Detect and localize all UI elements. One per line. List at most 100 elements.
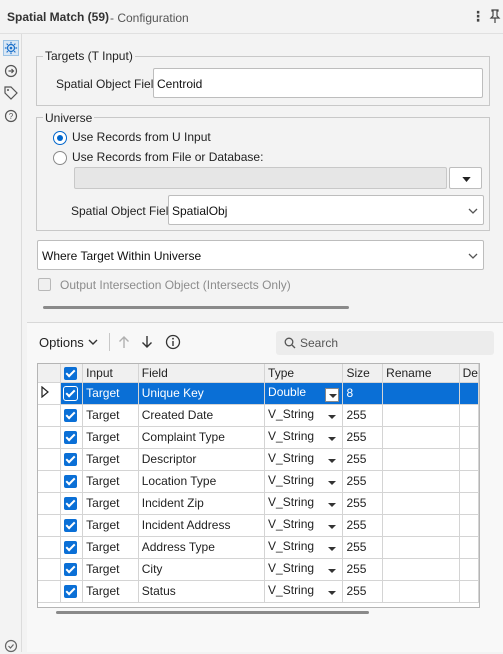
cell-size[interactable]: 255 xyxy=(342,404,384,427)
cell-size[interactable]: 255 xyxy=(342,536,384,559)
cell-input[interactable]: Target xyxy=(82,514,139,537)
cell-input[interactable]: Target xyxy=(82,382,139,405)
cell-rename[interactable] xyxy=(382,514,460,537)
table-row[interactable]: Target Unique Key Double 8 xyxy=(38,382,479,405)
targets-spatial-field-select[interactable]: Centroid xyxy=(153,68,483,98)
cell-input[interactable]: Target xyxy=(82,492,139,515)
include-field-checkbox[interactable] xyxy=(64,475,78,489)
cell-rename[interactable] xyxy=(382,448,460,471)
cell-size[interactable]: 255 xyxy=(342,448,384,471)
file-path-dropdown-button[interactable] xyxy=(449,167,482,189)
include-field-checkbox[interactable] xyxy=(64,541,78,555)
table-row[interactable]: Target Created Date V_String 255 xyxy=(38,404,479,427)
cell-type[interactable]: V_String xyxy=(264,404,344,427)
cell-type[interactable]: V_String xyxy=(264,426,344,449)
type-dropdown-icon[interactable] xyxy=(325,564,339,578)
header-field[interactable]: Field xyxy=(138,364,266,383)
table-row[interactable]: Target City V_String 255 xyxy=(38,558,479,581)
config-scrollbar[interactable] xyxy=(43,306,349,309)
cell-type[interactable]: V_String xyxy=(264,536,344,559)
cell-description[interactable] xyxy=(459,448,479,471)
cell-input[interactable]: Target xyxy=(82,404,139,427)
help-icon[interactable]: ? xyxy=(3,108,19,124)
row-checkbox[interactable] xyxy=(60,404,84,427)
type-dropdown-icon[interactable] xyxy=(325,520,339,534)
cell-size[interactable]: 255 xyxy=(342,492,384,515)
cell-description[interactable] xyxy=(459,470,479,493)
cell-rename[interactable] xyxy=(382,470,460,493)
header-type[interactable]: Type xyxy=(264,364,344,383)
table-row[interactable]: Target Complaint Type V_String 255 xyxy=(38,426,479,449)
table-row[interactable]: Target Location Type V_String 255 xyxy=(38,470,479,493)
cell-type[interactable]: V_String xyxy=(264,448,344,471)
type-dropdown-icon[interactable] xyxy=(325,476,339,490)
include-field-checkbox[interactable] xyxy=(64,563,78,577)
include-field-checkbox[interactable] xyxy=(64,519,78,533)
select-all-checkbox[interactable] xyxy=(64,366,78,380)
cell-size[interactable]: 255 xyxy=(342,514,384,537)
radio-file-database[interactable] xyxy=(53,151,67,165)
row-checkbox[interactable] xyxy=(60,580,84,603)
cell-field[interactable]: Status xyxy=(138,580,266,603)
cell-rename[interactable] xyxy=(382,536,460,559)
cell-size[interactable]: 255 xyxy=(342,558,384,581)
cell-rename[interactable] xyxy=(382,426,460,449)
row-checkbox[interactable] xyxy=(60,536,84,559)
row-checkbox[interactable] xyxy=(60,448,84,471)
cell-size[interactable]: 255 xyxy=(342,580,384,603)
table-row[interactable]: Target Descriptor V_String 255 xyxy=(38,448,479,471)
cell-description[interactable] xyxy=(459,426,479,449)
row-checkbox[interactable] xyxy=(60,382,84,405)
more-options-icon[interactable]: ⋮ xyxy=(471,8,485,25)
cell-type[interactable]: V_String xyxy=(264,492,344,515)
row-checkbox[interactable] xyxy=(60,426,84,449)
include-field-checkbox[interactable] xyxy=(64,453,78,467)
options-label[interactable]: Options xyxy=(39,335,84,350)
cell-rename[interactable] xyxy=(382,492,460,515)
table-row[interactable]: Target Incident Address V_String 255 xyxy=(38,514,479,537)
cell-type[interactable]: V_String xyxy=(264,514,344,537)
cell-input[interactable]: Target xyxy=(82,558,139,581)
header-rename[interactable]: Rename xyxy=(382,364,460,383)
cell-description[interactable] xyxy=(459,382,479,405)
cell-field[interactable]: Unique Key xyxy=(138,382,266,405)
header-description[interactable]: De xyxy=(459,364,479,383)
header-select-all[interactable] xyxy=(60,364,84,383)
cell-field[interactable]: Complaint Type xyxy=(138,426,266,449)
type-dropdown-icon[interactable] xyxy=(325,387,340,402)
cell-size[interactable]: 8 xyxy=(342,382,384,405)
row-checkbox[interactable] xyxy=(60,558,84,581)
cell-description[interactable] xyxy=(459,536,479,559)
gear-icon[interactable] xyxy=(3,40,19,56)
cell-size[interactable]: 255 xyxy=(342,426,384,449)
table-horizontal-scrollbar[interactable] xyxy=(56,611,369,614)
cell-type[interactable]: Double xyxy=(264,382,344,405)
cell-type[interactable]: V_String xyxy=(264,580,344,603)
match-mode-select[interactable]: Where Target Within Universe xyxy=(37,240,484,270)
cell-input[interactable]: Target xyxy=(82,426,139,449)
include-field-checkbox[interactable] xyxy=(63,386,79,402)
table-row[interactable]: Target Address Type V_String 255 xyxy=(38,536,479,559)
cell-field[interactable]: Incident Zip xyxy=(138,492,266,515)
chevron-down-icon[interactable] xyxy=(88,339,98,345)
tag-icon[interactable] xyxy=(3,85,19,101)
cell-input[interactable]: Target xyxy=(82,448,139,471)
type-dropdown-icon[interactable] xyxy=(325,586,339,600)
cell-input[interactable]: Target xyxy=(82,580,139,603)
radio-u-input[interactable] xyxy=(53,131,67,145)
arrow-down-icon[interactable] xyxy=(141,335,153,349)
type-dropdown-icon[interactable] xyxy=(325,410,339,424)
arrow-up-icon[interactable] xyxy=(118,335,130,349)
cell-description[interactable] xyxy=(459,580,479,603)
cell-rename[interactable] xyxy=(382,382,460,405)
cell-field[interactable]: City xyxy=(138,558,266,581)
cell-description[interactable] xyxy=(459,404,479,427)
table-row[interactable]: Target Incident Zip V_String 255 xyxy=(38,492,479,515)
include-field-checkbox[interactable] xyxy=(64,585,78,599)
include-field-checkbox[interactable] xyxy=(64,409,78,423)
universe-spatial-field-select[interactable]: SpatialObj xyxy=(168,195,484,225)
include-field-checkbox[interactable] xyxy=(64,431,78,445)
info-icon[interactable] xyxy=(165,334,181,350)
row-checkbox[interactable] xyxy=(60,514,84,537)
include-field-checkbox[interactable] xyxy=(64,497,78,511)
